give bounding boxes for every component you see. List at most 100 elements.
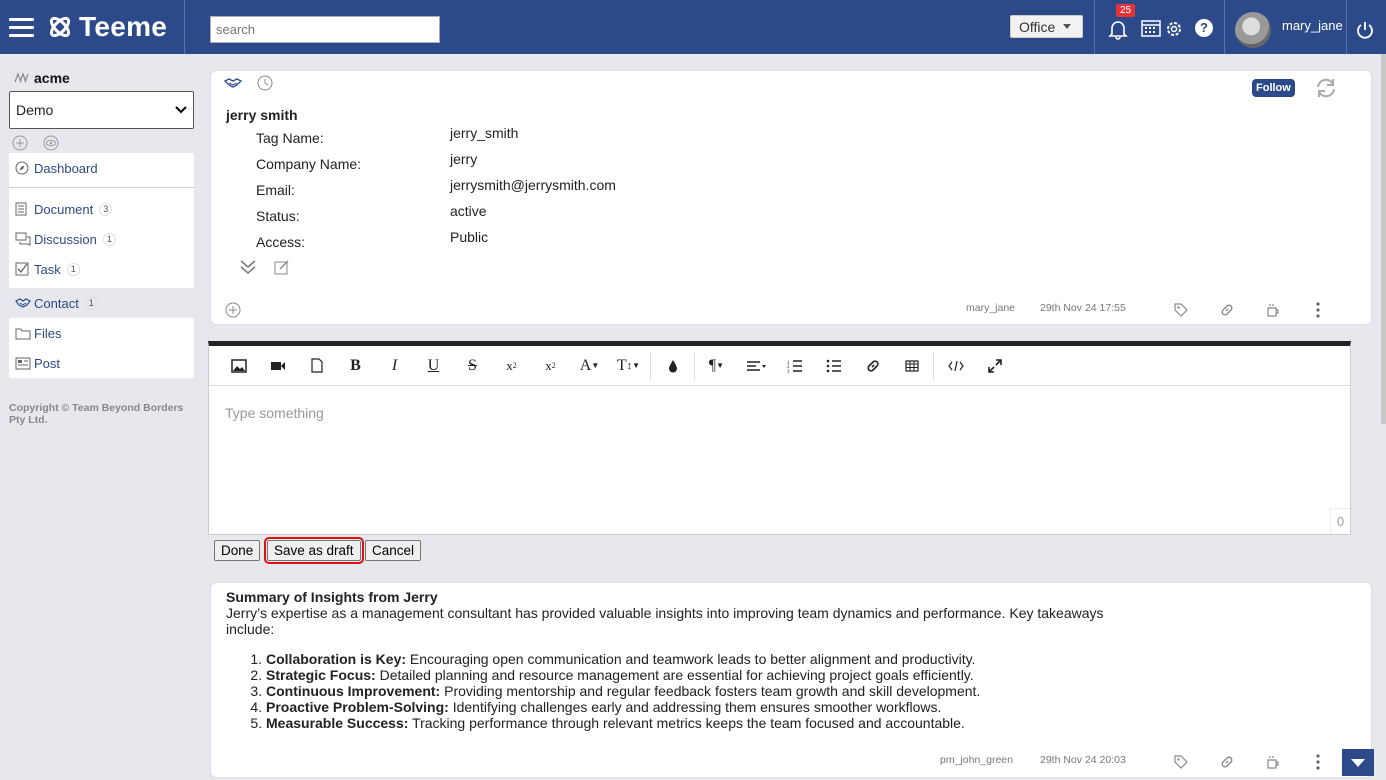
underline-icon[interactable]: U [414,351,453,381]
count-badge: 1 [84,296,98,310]
contact-name: jerry smith [226,107,298,123]
sidebar-item-label: Discussion [34,231,97,247]
refresh-icon[interactable] [1314,77,1338,99]
point-text: Tracking performance through relevant me… [408,715,965,731]
bold-icon[interactable]: B [336,351,375,381]
username[interactable]: mary_jane [1282,18,1343,33]
unordered-list-icon[interactable] [814,351,853,381]
more-vertical-icon[interactable] [1314,754,1322,770]
sidebar-item-document[interactable]: Document 3 [9,194,194,224]
tag-icon[interactable] [1173,754,1189,770]
cup-icon[interactable] [1265,754,1281,770]
ordered-list-icon[interactable]: 123 [775,351,814,381]
office-dropdown[interactable]: Office [1010,15,1083,38]
org-label: acme [34,70,70,86]
add-icon[interactable] [12,135,28,151]
count-badge: 1 [66,262,80,276]
gear-icon[interactable] [1164,19,1184,39]
divider [1224,0,1225,54]
cup-icon[interactable] [1265,302,1281,318]
table-icon[interactable] [892,351,931,381]
scroll-down-button[interactable] [1342,749,1374,776]
org-icon [14,72,29,83]
link-icon[interactable] [1219,302,1235,318]
paragraph-icon[interactable]: ¶ ▼ [697,351,736,381]
expand-down-icon[interactable] [239,259,257,275]
save-draft-button[interactable]: Save as draft [264,537,364,564]
divider [650,351,651,380]
tag-icon[interactable] [1173,302,1189,318]
sidebar-item-post[interactable]: Post [9,348,194,378]
point-text: Identifying challenges early and address… [448,699,942,715]
done-button[interactable]: Done [214,540,261,561]
calendar-icon[interactable] [1141,19,1161,37]
field-value: active [450,203,487,219]
more-vertical-icon[interactable] [1314,302,1322,318]
copyright-text: Copyright © Team Beyond Borders Pty Ltd. [9,402,184,426]
add-icon[interactable] [225,302,241,318]
power-icon[interactable] [1356,21,1374,39]
list-item: Strategic Focus: Detailed planning and r… [266,667,980,683]
italic-icon[interactable]: I [375,351,414,381]
video-icon[interactable] [258,351,297,381]
sidebar-item-label: Document [34,201,94,217]
sidebar-item-label: Contact [34,295,79,311]
history-icon[interactable] [257,75,273,91]
link-icon[interactable] [853,351,892,381]
notification-badge: 25 [1116,4,1136,17]
code-view-icon[interactable] [936,351,975,381]
sidebar-item-label: Post [34,355,61,371]
cancel-button[interactable]: Cancel [365,540,422,561]
scrollbar[interactable] [1381,54,1386,424]
folder-icon [15,327,33,340]
sidebar-item-contact[interactable]: Contact 1 [9,288,194,318]
superscript-icon[interactable]: x2 [531,351,570,381]
field-label: Status: [256,208,300,224]
brand-logo[interactable]: Teeme [47,11,167,43]
eye-icon[interactable] [43,135,59,151]
field-label: Access: [256,234,306,250]
sidebar: acme Demo Dashboard Document 3 Discussio… [0,54,200,780]
contact-card: Follow jerry smith Tag Name: jerry_smith… [210,70,1372,325]
field-value: jerry [450,151,478,167]
editor-input[interactable]: Type something [225,405,324,421]
sidebar-item-files[interactable]: Files [9,318,194,348]
subscript-icon[interactable]: x2 [492,351,531,381]
search-input[interactable] [210,16,440,43]
text-height-icon[interactable]: T ↕ ▼ [609,351,648,381]
bell-icon[interactable] [1107,18,1129,40]
handshake-icon [224,78,242,88]
edit-icon[interactable] [274,259,290,275]
link-icon[interactable] [1219,754,1235,770]
file-icon[interactable] [297,351,336,381]
post-title: Summary of Insights from Jerry [226,589,438,605]
follow-button[interactable]: Follow [1252,79,1295,97]
color-drop-icon[interactable] [653,351,692,381]
brand-name: Teeme [79,11,168,42]
workspace-select[interactable]: Demo [9,91,194,129]
font-size-icon[interactable]: A ▼ [570,351,609,381]
help-icon[interactable]: ? [1195,19,1213,37]
workspace-value: Demo [16,102,54,118]
sidebar-item-dashboard[interactable]: Dashboard [9,153,194,183]
point-heading: Continuous Improvement: [266,683,441,699]
align-icon[interactable] [736,351,775,381]
sidebar-item-task[interactable]: Task 1 [9,254,194,284]
image-icon[interactable] [219,351,258,381]
list-item: Measurable Success: Tracking performance… [266,715,980,731]
sidebar-item-discussion[interactable]: Discussion 1 [9,224,194,254]
strikethrough-icon[interactable]: S [453,351,492,381]
office-label: Office [1019,18,1056,35]
menu-icon[interactable] [9,17,43,37]
fullscreen-icon[interactable] [975,351,1014,381]
point-heading: Proactive Problem-Solving: [266,699,449,715]
char-count: 0 [1330,508,1350,534]
caret-down-icon [1063,24,1072,29]
avatar[interactable] [1235,12,1271,48]
svg-text:3: 3 [787,370,790,373]
chevron-down-icon [175,106,187,114]
point-text: Detailed planning and resource managemen… [375,667,974,683]
point-text: Providing mentorship and regular feedbac… [440,683,981,699]
field-value: jerrysmith@jerrysmith.com [450,177,616,193]
checkbox-icon [15,262,33,276]
